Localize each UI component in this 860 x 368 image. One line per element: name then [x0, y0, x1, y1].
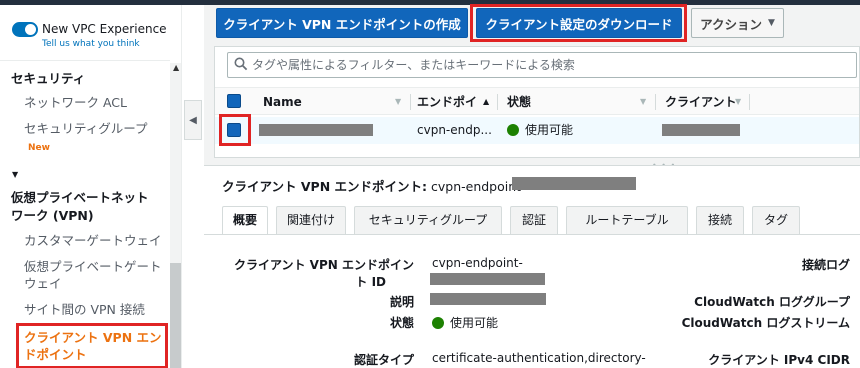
- column-divider: [497, 94, 498, 110]
- endpoint-id-value: cvpn-endpoint-: [432, 256, 523, 270]
- redacted-description: [430, 293, 546, 305]
- row-status: 使用可能: [507, 117, 573, 144]
- collapse-sidebar-button[interactable]: ◀: [184, 100, 202, 140]
- highlight-box-download: [470, 4, 687, 42]
- column-divider: [655, 94, 656, 110]
- auth-type-label: 認証タイプ: [353, 353, 414, 367]
- sort-icon[interactable]: ▼: [735, 88, 741, 116]
- scrollbar-thumb[interactable]: [170, 263, 181, 368]
- sidebar-item-security-groups[interactable]: セキュリティグループ: [24, 120, 148, 138]
- status-label: 状態: [389, 316, 414, 330]
- table-row[interactable]: cvpn-endp... 使用可能: [215, 114, 859, 146]
- sidebar-item-virtual-private-gateway-line2[interactable]: ウェイ: [24, 275, 62, 293]
- chevron-left-icon: ◀: [189, 114, 197, 126]
- tabs-divider: [204, 234, 860, 235]
- description-label: 説明: [389, 295, 414, 309]
- detail-title-label: クライアント VPN エンドポイント:: [222, 179, 427, 194]
- column-header-status[interactable]: 状態: [507, 88, 531, 116]
- column-header-endpoint[interactable]: エンドポイ: [417, 88, 477, 116]
- tab-connections[interactable]: 接続: [696, 206, 744, 234]
- column-divider: [410, 94, 411, 110]
- highlight-box-nav: [16, 323, 168, 368]
- sidebar-heading-security: セキュリティ: [11, 71, 86, 86]
- endpoint-id-label-line2: ト ID: [355, 275, 386, 289]
- redacted-client-cidr: [662, 124, 740, 136]
- sidebar-scrollbar[interactable]: [170, 63, 181, 368]
- auth-type-value: certificate-authentication,directory-: [432, 351, 646, 365]
- filter-input[interactable]: [252, 53, 852, 77]
- caret-down-icon[interactable]: ▼: [12, 170, 18, 179]
- row-status-text: 使用可能: [525, 123, 574, 137]
- scroll-up-icon[interactable]: ▲: [173, 63, 179, 72]
- column-header-name[interactable]: Name: [263, 88, 302, 116]
- cloudwatch-log-stream-label: CloudWatch ログストリーム: [681, 316, 850, 330]
- status-value-text: 使用可能: [450, 316, 499, 330]
- tab-overview[interactable]: 概要: [222, 206, 268, 235]
- sidebar: New VPC Experience Tell us what you thin…: [0, 5, 182, 368]
- main-content: クライアント VPN エンドポイントの作成 クライアント設定のダウンロード アク…: [204, 4, 860, 368]
- tab-authorization[interactable]: 認証: [510, 206, 558, 234]
- detail-title: クライアント VPN エンドポイント: cvpn-endpoint-: [222, 176, 526, 195]
- sidebar-item-network-acl[interactable]: ネットワーク ACL: [24, 94, 127, 112]
- cloudwatch-log-group-label: CloudWatch ロググループ: [694, 295, 850, 309]
- sidebar-heading-vpn-line2: ワーク (VPN): [11, 208, 94, 223]
- redacted-endpoint-id: [430, 273, 545, 285]
- sidebar-item-virtual-private-gateway-line1[interactable]: 仮想プライベートゲート: [24, 258, 162, 276]
- highlight-box-row-checkbox: [219, 114, 251, 146]
- actions-button[interactable]: アクション ▼: [691, 8, 784, 38]
- available-status-icon: [507, 124, 519, 136]
- sidebar-item-customer-gateway[interactable]: カスタマーゲートウェイ: [24, 232, 162, 250]
- sort-icon[interactable]: ▼: [395, 88, 401, 116]
- redacted-name: [259, 124, 373, 136]
- sidebar-heading-vpn-line1: 仮想プライベートネット: [11, 190, 149, 205]
- sidebar-item-site-to-site-vpn[interactable]: サイト間の VPN 接続: [24, 301, 145, 319]
- row-endpoint-id: cvpn-endp...: [417, 123, 492, 137]
- new-vpc-experience-title: New VPC Experience: [42, 22, 167, 36]
- search-icon: [234, 57, 248, 71]
- endpoint-list-panel: Name ▼ エンドポイ ▲ 状態 ▼ クライアント ▼ cvpn-endp..…: [214, 46, 860, 158]
- endpoint-id-label-line1: クライアント VPN エンドポイン: [233, 258, 414, 272]
- detail-panel: クライアント VPN エンドポイント: cvpn-endpoint- 概要 関連付…: [204, 165, 860, 368]
- feedback-link[interactable]: Tell us what you think: [42, 39, 140, 49]
- tab-security-groups[interactable]: セキュリティグループ: [354, 206, 502, 234]
- status-value: 使用可能: [432, 314, 498, 331]
- redacted-endpoint-suffix: [512, 177, 636, 190]
- chevron-down-icon: ▼: [767, 18, 775, 28]
- tab-route-table[interactable]: ルートテーブル: [566, 206, 688, 234]
- tab-associations[interactable]: 関連付け: [276, 206, 346, 234]
- sort-icon[interactable]: ▼: [640, 88, 646, 116]
- column-divider: [749, 94, 750, 110]
- filter-box[interactable]: [227, 52, 857, 78]
- tab-tags[interactable]: タグ: [752, 206, 800, 234]
- available-status-icon: [432, 317, 444, 329]
- table-header: Name ▼ エンドポイ ▲ 状態 ▼ クライアント ▼: [215, 87, 859, 115]
- new-vpc-experience-toggle[interactable]: [12, 22, 38, 37]
- sort-ascending-icon[interactable]: ▲: [483, 88, 489, 116]
- client-ipv4-cidr-label: クライアント IPv4 CIDR: [708, 353, 850, 367]
- connection-log-label: 接続ログ: [801, 258, 850, 272]
- create-client-vpn-endpoint-button[interactable]: クライアント VPN エンドポイントの作成: [216, 8, 468, 38]
- column-header-client[interactable]: クライアント: [665, 88, 737, 116]
- actions-label: アクション: [700, 16, 762, 32]
- select-all-checkbox[interactable]: [227, 94, 241, 108]
- new-badge: New: [28, 143, 50, 153]
- sidebar-divider: [0, 60, 170, 61]
